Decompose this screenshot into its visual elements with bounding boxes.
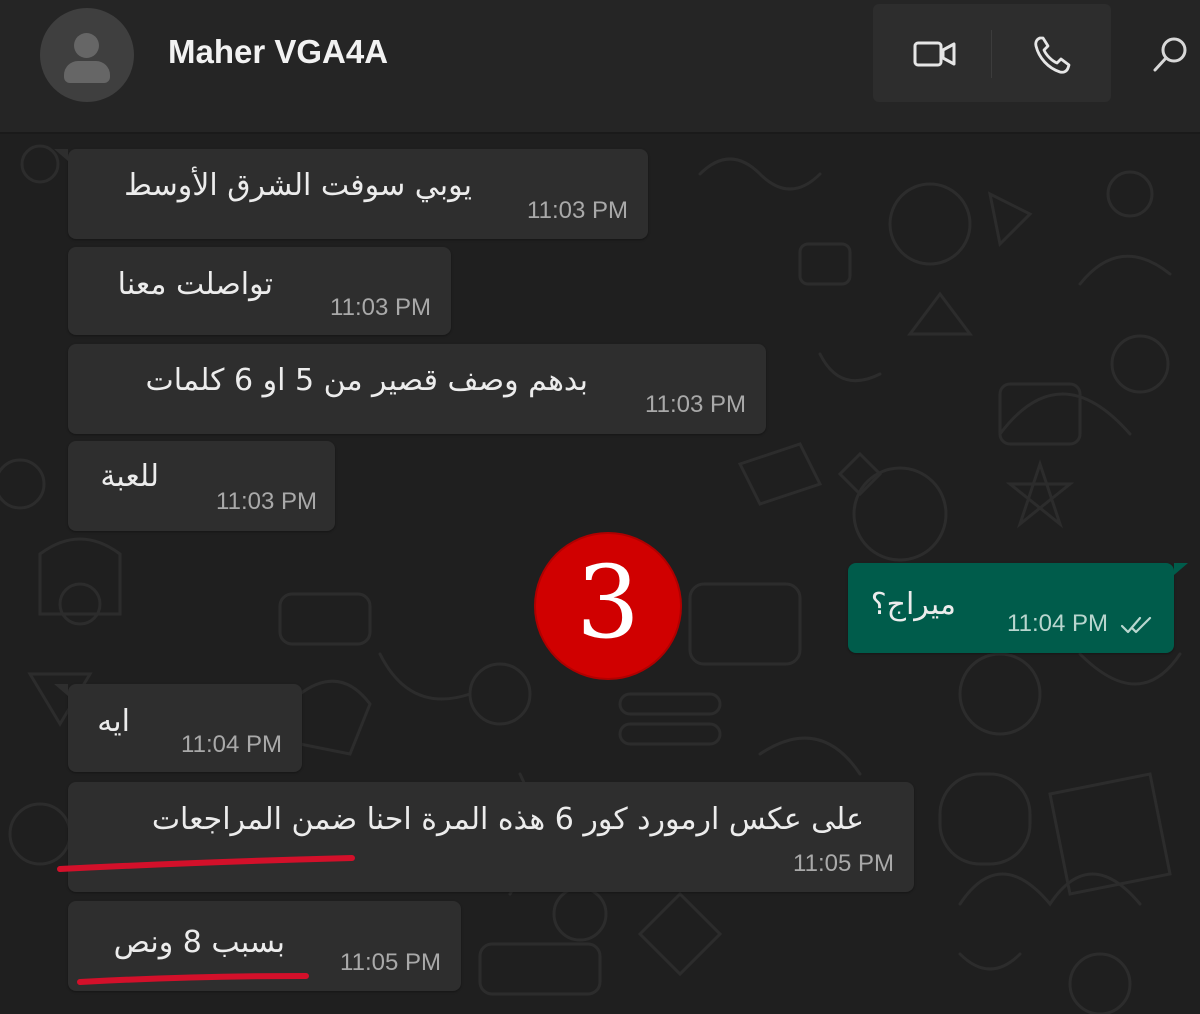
- phone-icon[interactable]: [1031, 34, 1071, 76]
- annotation-number-badge: 3: [536, 534, 680, 678]
- call-button-group: [873, 4, 1111, 102]
- avatar-head-icon: [74, 33, 99, 58]
- contact-name[interactable]: Maher VGA4A: [168, 30, 388, 74]
- annotation-number: 3: [576, 544, 640, 661]
- chat-header: Maher VGA4A: [0, 0, 1200, 134]
- chat-message-area[interactable]: يوبي سوفت الشرق الأوسط 11:03 PM تواصلت م…: [0, 134, 1200, 1014]
- call-divider: [991, 30, 992, 78]
- avatar-body-icon: [64, 61, 110, 83]
- contact-avatar[interactable]: [40, 8, 134, 102]
- search-icon[interactable]: [1150, 34, 1190, 76]
- video-camera-icon[interactable]: [913, 34, 957, 74]
